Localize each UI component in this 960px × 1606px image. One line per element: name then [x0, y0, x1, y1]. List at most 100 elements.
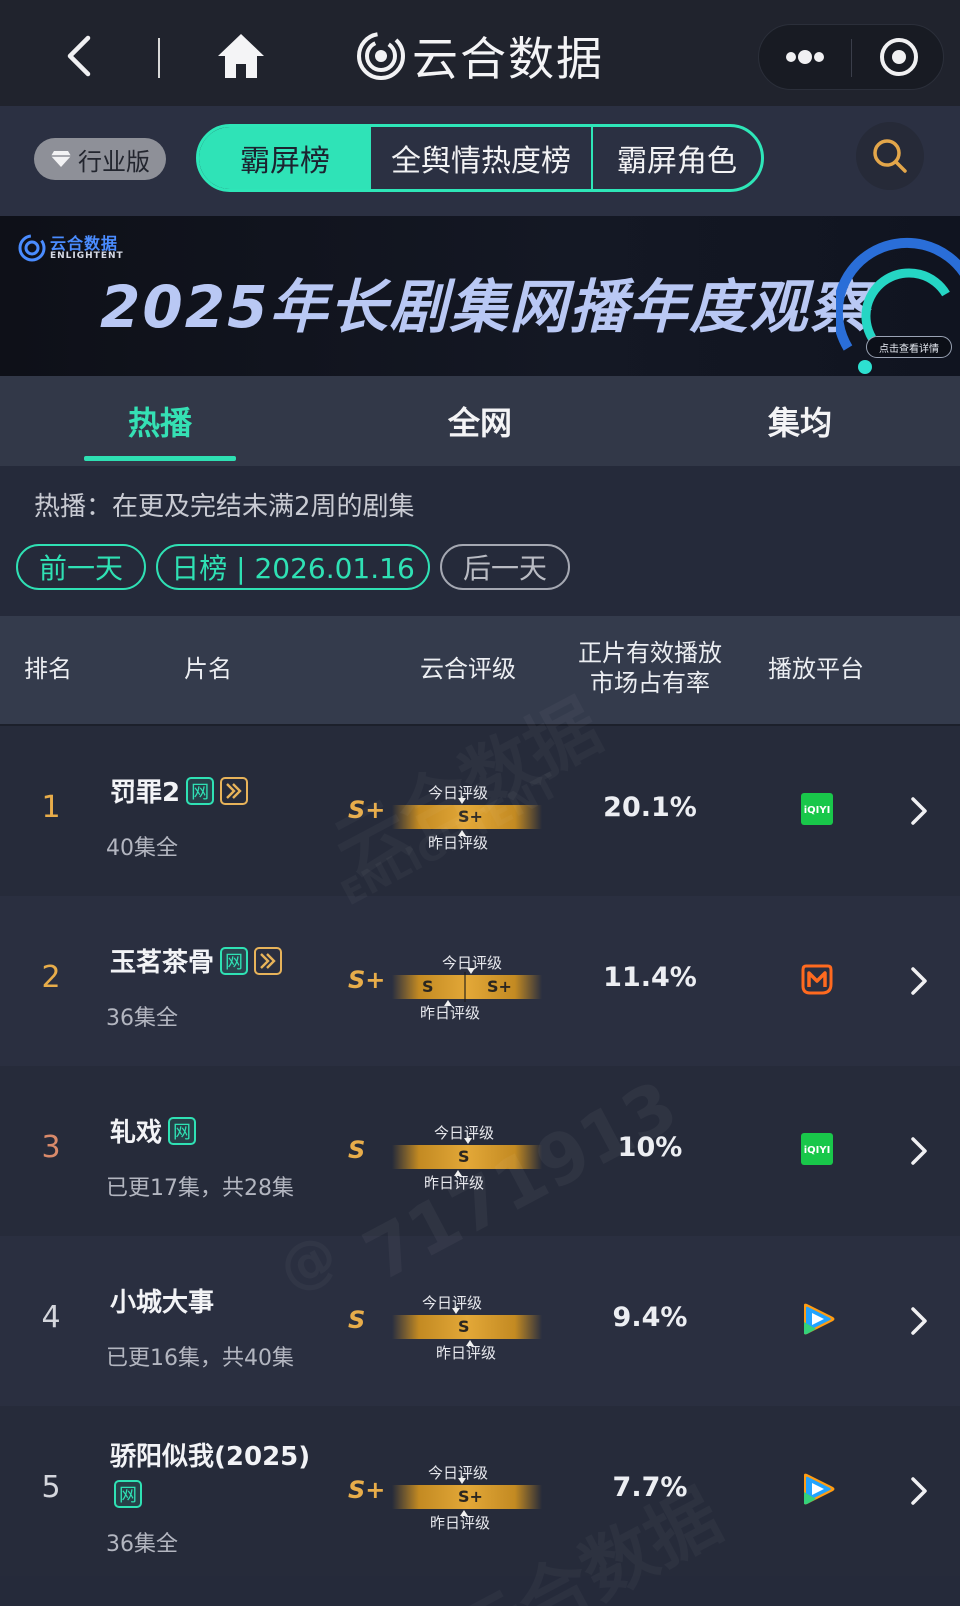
table-row[interactable]: 1 罚罪2 网 40集全 S+ 今日评级 S+ 昨日评级 20.1% iQIYI [0, 726, 960, 896]
gauge-divider [464, 972, 466, 1002]
capsule-divider [851, 39, 852, 77]
yunhe-grade: S+ [348, 796, 386, 824]
more-dots-icon [786, 50, 824, 64]
show-title: 罚罪2 [110, 778, 181, 808]
network-drama-tag: 网 [220, 946, 249, 975]
gauge-grade: S+ [458, 1487, 483, 1506]
header-rank: 排名 [24, 655, 72, 683]
episode-info: 36集全 [106, 1532, 178, 1557]
svg-text:iQIYI: iQIYI [804, 1145, 831, 1156]
more-button[interactable] [759, 25, 851, 89]
gauge-left-grade: S [422, 977, 434, 996]
gauge-yesterday-label: 昨日评级 [424, 1174, 485, 1192]
market-share-value: 11.4% [603, 962, 697, 993]
tencent-video-icon [800, 1302, 835, 1336]
episode-info: 已更16集，共40集 [106, 1346, 294, 1371]
today-marker [458, 1478, 466, 1484]
iqiyi-icon: iQIYI [800, 1132, 834, 1166]
previous-day-button[interactable]: 前一天 [16, 544, 146, 590]
diamond-icon [51, 151, 71, 167]
date-selector[interactable]: 日榜 | 2026.01.16 [156, 544, 430, 590]
home-button[interactable] [216, 32, 266, 80]
iqiyi-icon: iQIYI [800, 792, 834, 826]
show-title-line: 轧戏网 [110, 1112, 197, 1149]
header-title: 片名 [184, 655, 232, 683]
chevron-right-icon[interactable] [910, 1306, 928, 1336]
chevron-left-icon [67, 35, 91, 77]
show-title-line: 玉茗茶骨网 [110, 942, 283, 979]
yunhe-logo-icon [18, 234, 46, 262]
tab-quanwang[interactable]: 全网 [404, 376, 556, 466]
segment-bapingjuese[interactable]: 霸屏角色 [593, 127, 761, 189]
banner-cta-button[interactable]: 点击查看详情 [866, 336, 952, 358]
gauge-right-grade: S+ [487, 977, 512, 996]
tab-rebo[interactable]: 热播 [84, 376, 236, 466]
show-title-line: 骄阳似我(2025) [110, 1436, 310, 1473]
episode-info: 36集全 [106, 1006, 178, 1031]
table-header: 排名 片名 云合评级 正片有效播放 市场占有率 播放平台 [0, 616, 960, 724]
rating-gauge: 今日评级 S 昨日评级 [392, 1122, 542, 1192]
banner-logo-cn: 云合数据 [50, 233, 119, 253]
yunhe-grade: S [348, 1136, 366, 1164]
ranking-description: 热播：在更及完结未满2周的剧集 [34, 492, 415, 522]
today-marker [458, 798, 466, 804]
gauge-grade: S [458, 1147, 470, 1166]
market-share-value: 10% [617, 1132, 683, 1163]
search-button[interactable] [856, 122, 924, 190]
segment-quanyuqing[interactable]: 全舆情热度榜 [371, 127, 593, 189]
ranking-tabs: 热播 全网 集均 [0, 376, 960, 466]
chevron-right-icon[interactable] [910, 796, 928, 826]
episode-info: 已更17集，共28集 [106, 1176, 294, 1201]
app-title-group: 云合数据 [356, 28, 604, 86]
tab-jijun[interactable]: 集均 [724, 376, 876, 466]
market-share-value: 7.7% [612, 1472, 688, 1503]
ranking-type-segmented-control: 霸屏榜 全舆情热度榜 霸屏角色 [196, 124, 764, 192]
show-title: 轧戏 [110, 1118, 163, 1148]
banner-title: 2025年长剧集网播年度观察 [100, 273, 870, 341]
chevron-right-icon[interactable] [910, 1476, 928, 1506]
header-platform: 播放平台 [768, 655, 864, 683]
back-button[interactable] [62, 34, 102, 78]
gauge-grade: S+ [458, 807, 483, 826]
network-drama-tag: 网 [114, 1480, 142, 1508]
promo-banner[interactable]: 云合数据 ENLIGHTENT 2025年长剧集网播年度观察 点击查看详情 [0, 216, 960, 376]
home-icon [218, 34, 264, 78]
market-share-value: 20.1% [603, 792, 697, 823]
table-row[interactable]: 4 小城大事已更16集，共40集 S 今日评级 S 昨日评级 9.4% [0, 1236, 960, 1406]
rating-gauge: 今日评级 S 昨日评级 [392, 1292, 542, 1362]
search-icon [873, 139, 907, 173]
yunhe-grade: S+ [348, 1476, 386, 1504]
header-market-share-line1: 正片有效播放 [578, 639, 722, 667]
chevron-right-icon[interactable] [910, 1136, 928, 1166]
banner-logo: 云合数据 ENLIGHTENT [18, 234, 124, 262]
next-day-button[interactable]: 后一天 [440, 544, 570, 590]
yunhe-grade: S+ [348, 966, 386, 994]
table-row[interactable]: 3 轧戏网已更17集，共28集 S 今日评级 S 昨日评级 10% iQIYI [0, 1066, 960, 1236]
chevron-right-icon[interactable] [910, 966, 928, 996]
table-row[interactable]: 2 玉茗茶骨网 36集全 S+ 今日评级 S S+ 昨日评级 11.4% [0, 896, 960, 1066]
network-drama-tag: 网 [186, 776, 215, 805]
segment-bapingbang[interactable]: 霸屏榜 [199, 127, 371, 189]
today-marker [467, 968, 475, 974]
yunhe-logo-icon [357, 32, 405, 80]
table-row[interactable]: 5 骄阳似我(2025) 网 36集全 S+ 今日评级 S+ 昨日评级 7.7% [0, 1406, 960, 1576]
gauge-yesterday-label: 昨日评级 [420, 1004, 481, 1022]
show-tag-line: 网 [108, 1480, 142, 1508]
show-title: 小城大事 [110, 1288, 215, 1318]
episode-info: 40集全 [106, 836, 178, 861]
rank-number: 5 [41, 1470, 61, 1505]
rating-gauge: 今日评级 S+ 昨日评级 [392, 782, 542, 852]
market-share-value: 9.4% [612, 1302, 688, 1333]
gauge-yesterday-label: 昨日评级 [428, 834, 489, 852]
industry-edition-badge[interactable]: 行业版 [34, 138, 166, 180]
rank-number: 4 [41, 1300, 61, 1335]
industry-edition-label: 行业版 [78, 147, 150, 176]
rating-gauge: 今日评级 S+ 昨日评级 [392, 1462, 542, 1532]
gauge-grade: S [458, 1317, 470, 1336]
active-tab-indicator [84, 456, 236, 461]
close-miniprogram-button[interactable] [853, 25, 945, 89]
play-tag-icon [220, 776, 249, 805]
rating-gauge-bar [392, 975, 542, 999]
rank-number: 3 [41, 1130, 61, 1165]
header-market-share: 正片有效播放 市场占有率 [574, 638, 726, 698]
